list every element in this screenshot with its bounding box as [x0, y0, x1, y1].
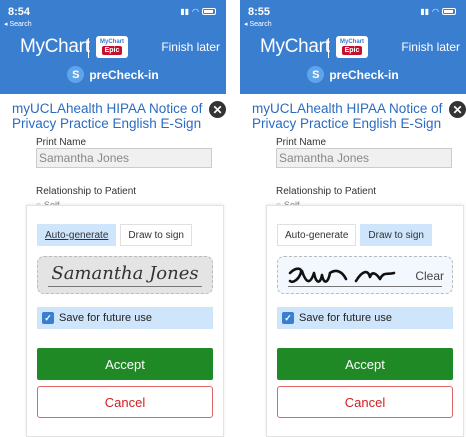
epic-logo-top: MyChart	[339, 39, 364, 45]
wifi-icon: ◠	[432, 7, 439, 16]
brand-row: MyChart MyChart Epic Finish later	[0, 34, 226, 60]
cancel-button[interactable]: Cancel	[277, 386, 453, 418]
epic-logo-bottom: Epic	[341, 46, 363, 55]
signature-tabs: Auto-generate Draw to sign	[277, 224, 432, 246]
precheck-in-label: preCheck-in	[329, 67, 399, 82]
signature-draw-pad[interactable]: Clear	[277, 256, 453, 294]
signature-line	[288, 286, 442, 287]
screens-comparison: 8:54 ◂ Search ▮▮ ◠ MyChart MyChart Epic …	[0, 0, 466, 437]
finish-later-button[interactable]: Finish later	[401, 40, 460, 54]
save-for-future-label: Save for future use	[59, 312, 152, 324]
signature-line	[48, 286, 202, 287]
brand-divider	[88, 38, 89, 58]
save-for-future-checkbox[interactable]: ✓ Save for future use	[277, 307, 453, 329]
back-to-search-link[interactable]: ◂ Search	[244, 20, 272, 28]
generated-signature: Samantha Jones	[51, 263, 199, 284]
brand-divider	[328, 38, 329, 58]
phone-screen-auto-generate: 8:54 ◂ Search ▮▮ ◠ MyChart MyChart Epic …	[0, 0, 226, 437]
accept-button[interactable]: Accept	[37, 348, 213, 380]
finish-later-button[interactable]: Finish later	[161, 40, 220, 54]
brand-row: MyChart MyChart Epic Finish later	[240, 34, 466, 60]
epic-logo: MyChart Epic	[336, 36, 368, 58]
signal-icon: ▮▮	[180, 7, 190, 16]
checkbox-checked-icon: ✓	[282, 312, 294, 324]
app-header: 8:54 ◂ Search ▮▮ ◠ MyChart MyChart Epic …	[0, 0, 226, 94]
relationship-label: Relationship to Patient	[276, 186, 377, 197]
precheck-in-header: S preCheck-in	[240, 66, 466, 83]
status-icons: ▮▮ ◠	[420, 7, 456, 16]
phone-screen-draw-to-sign: 8:55 ◂ Search ▮▮ ◠ MyChart MyChart Epic …	[240, 0, 466, 437]
tab-draw-to-sign[interactable]: Draw to sign	[360, 224, 432, 246]
epic-logo-bottom: Epic	[101, 46, 123, 55]
epic-logo-top: MyChart	[99, 39, 124, 45]
tab-auto-generate[interactable]: Auto-generate	[277, 224, 357, 246]
checkbox-checked-icon: ✓	[42, 312, 54, 324]
status-icons: ▮▮ ◠	[180, 7, 216, 16]
print-name-label: Print Name	[276, 137, 327, 148]
wifi-icon: ◠	[192, 7, 199, 16]
tab-auto-generate[interactable]: Auto-generate	[37, 224, 117, 246]
print-name-label: Print Name	[36, 137, 87, 148]
precheck-in-header: S preCheck-in	[0, 66, 226, 83]
relationship-label: Relationship to Patient	[36, 186, 137, 197]
precheck-in-label: preCheck-in	[89, 67, 159, 82]
signature-sheet: Auto-generate Draw to sign Samantha Jone…	[26, 205, 224, 437]
signal-icon: ▮▮	[420, 7, 430, 16]
tab-draw-to-sign[interactable]: Draw to sign	[120, 224, 192, 246]
save-for-future-checkbox[interactable]: ✓ Save for future use	[37, 307, 213, 329]
document-title: myUCLAhealth HIPAA Notice of Privacy Pra…	[252, 101, 443, 131]
print-name-field[interactable]: Samantha Jones	[276, 148, 452, 168]
status-time: 8:54	[8, 6, 31, 18]
close-icon[interactable]: ✕	[209, 101, 226, 118]
clear-signature-button[interactable]: Clear	[415, 269, 444, 283]
close-icon[interactable]: ✕	[449, 101, 466, 118]
print-name-field[interactable]: Samantha Jones	[36, 148, 212, 168]
battery-icon	[202, 8, 216, 15]
signature-sheet: Auto-generate Draw to sign Clear ✓ Save …	[266, 205, 464, 437]
save-for-future-label: Save for future use	[299, 312, 392, 324]
document-title: myUCLAhealth HIPAA Notice of Privacy Pra…	[12, 101, 203, 131]
signature-box[interactable]: Samantha Jones	[37, 256, 213, 294]
cancel-button[interactable]: Cancel	[37, 386, 213, 418]
signature-tabs: Auto-generate Draw to sign	[37, 224, 192, 246]
epic-logo: MyChart Epic	[96, 36, 128, 58]
step-badge: S	[307, 66, 325, 83]
status-time: 8:55	[248, 6, 271, 18]
accept-button[interactable]: Accept	[277, 348, 453, 380]
back-to-search-link[interactable]: ◂ Search	[4, 20, 32, 28]
battery-icon	[442, 8, 456, 15]
app-header: 8:55 ◂ Search ▮▮ ◠ MyChart MyChart Epic …	[240, 0, 466, 94]
mychart-logo: MyChart	[20, 36, 90, 57]
step-badge: S	[67, 66, 85, 83]
mychart-logo: MyChart	[260, 36, 330, 57]
